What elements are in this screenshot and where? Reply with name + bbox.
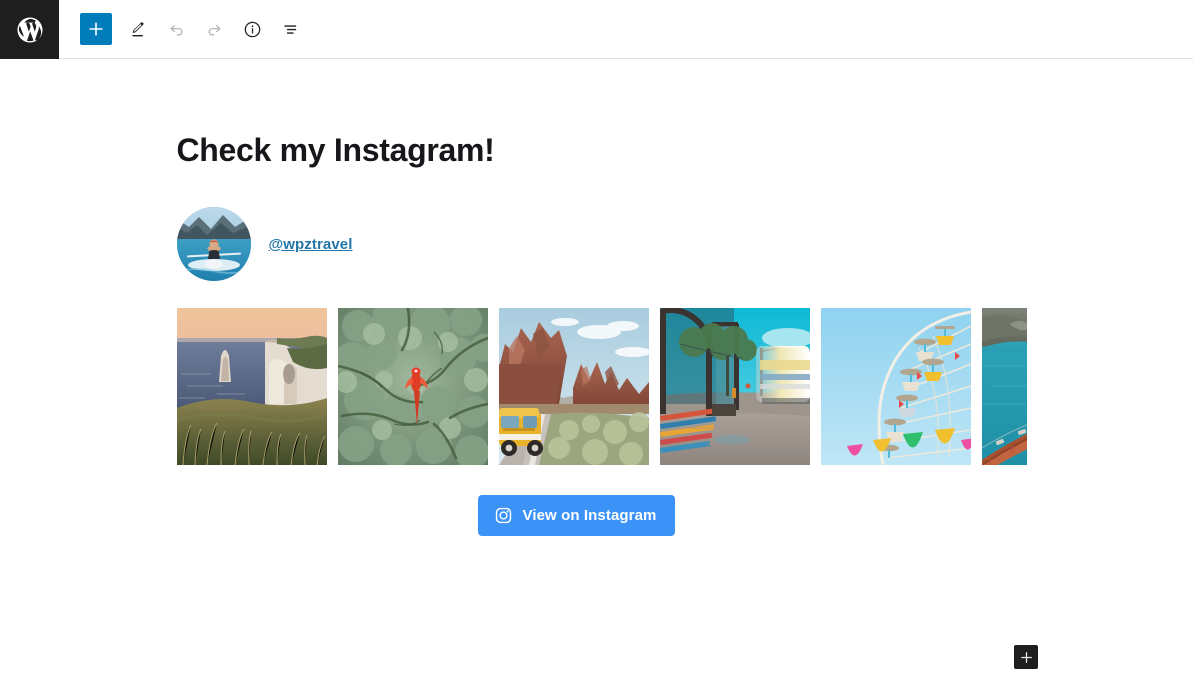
block-appender-button[interactable] bbox=[1014, 645, 1038, 669]
view-on-instagram-button[interactable]: View on Instagram bbox=[477, 495, 676, 537]
redo-arrow-icon bbox=[204, 19, 225, 40]
tools-button[interactable] bbox=[120, 11, 156, 47]
editor-header bbox=[0, 0, 1193, 59]
instagram-handle-link[interactable]: @wpztravel bbox=[269, 236, 353, 253]
editor-toolbar bbox=[59, 0, 308, 58]
plus-icon bbox=[87, 20, 105, 38]
instagram-photo-2[interactable] bbox=[337, 308, 488, 466]
add-block-button[interactable] bbox=[80, 13, 112, 45]
instagram-photo-6[interactable] bbox=[981, 308, 1027, 466]
instagram-feed-block[interactable]: @wpztravel View on Instagram bbox=[176, 207, 1027, 537]
instagram-photo-4[interactable] bbox=[659, 308, 810, 466]
post-content: Check my Instagram! @wpztravel View on I… bbox=[176, 59, 1027, 537]
plus-icon bbox=[1019, 650, 1034, 665]
list-view-icon bbox=[280, 19, 301, 40]
view-on-instagram-label: View on Instagram bbox=[522, 507, 657, 525]
redo-button[interactable] bbox=[196, 11, 232, 47]
list-view-button[interactable] bbox=[272, 11, 308, 47]
undo-arrow-icon bbox=[166, 19, 187, 40]
avatar bbox=[176, 207, 251, 282]
wordpress-logo-button[interactable] bbox=[0, 0, 59, 59]
instagram-photo-5[interactable] bbox=[820, 308, 971, 466]
instagram-cta-row: View on Instagram bbox=[157, 495, 997, 537]
page-title[interactable]: Check my Instagram! bbox=[177, 131, 1017, 169]
instagram-photo-3[interactable] bbox=[498, 308, 649, 466]
undo-button[interactable] bbox=[158, 11, 194, 47]
instagram-camera-icon bbox=[494, 506, 513, 525]
wordpress-logo-icon bbox=[15, 15, 45, 45]
motion-blurred-bus bbox=[755, 328, 810, 405]
instagram-photo-grid bbox=[176, 308, 1027, 466]
details-button[interactable] bbox=[234, 11, 270, 47]
info-circle-icon bbox=[242, 19, 263, 40]
pencil-icon bbox=[128, 19, 149, 40]
editor-canvas: Check my Instagram! @wpztravel View on I… bbox=[0, 59, 1193, 675]
instagram-profile-row: @wpztravel bbox=[176, 207, 1017, 282]
instagram-photo-1[interactable] bbox=[176, 308, 327, 466]
